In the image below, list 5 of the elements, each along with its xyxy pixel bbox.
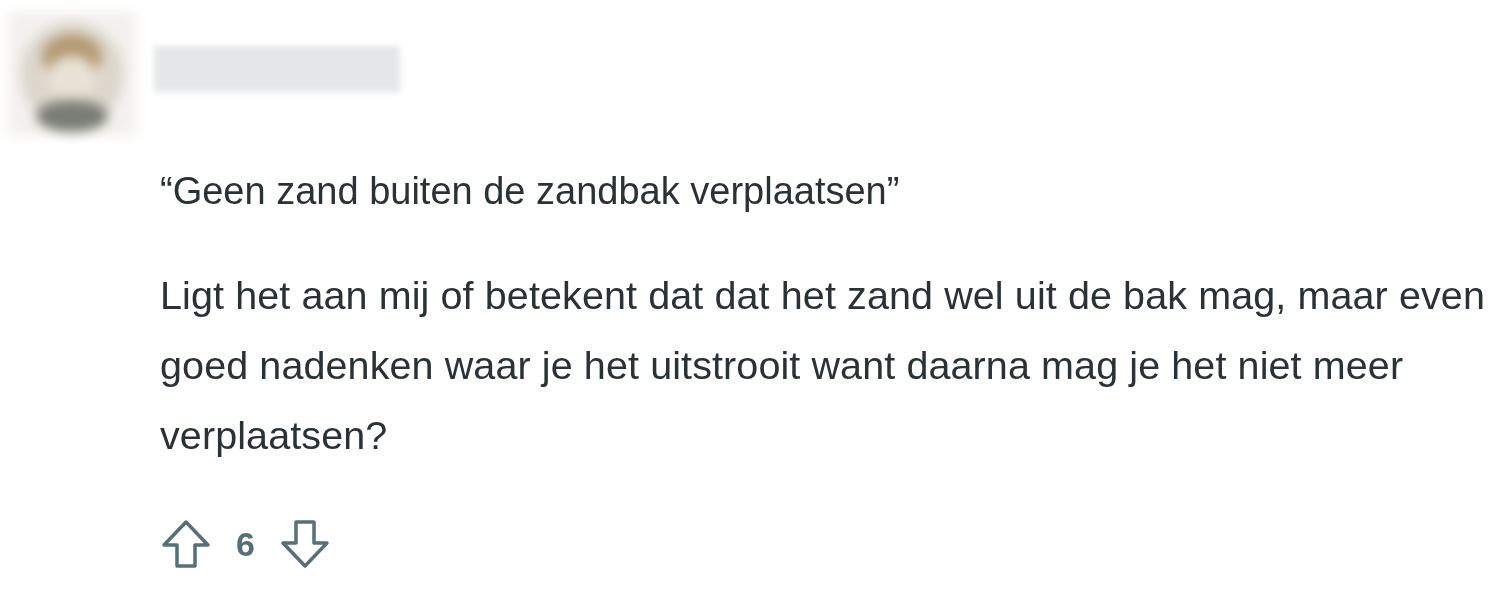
- vote-score: 6: [236, 524, 255, 564]
- downvote-button[interactable]: [278, 518, 331, 570]
- comment-quote: “Geen zand buiten de zandbak verplaatsen”: [160, 169, 901, 214]
- comment-text: Ligt het aan mij of betekent dat dat het zand wel uit de bak mag, maar even goed nadenken waar je het uitstrooit want daarna mag je het niet meer verplaatsen?: [160, 272, 1486, 459]
- upvote-button[interactable]: [160, 518, 212, 570]
